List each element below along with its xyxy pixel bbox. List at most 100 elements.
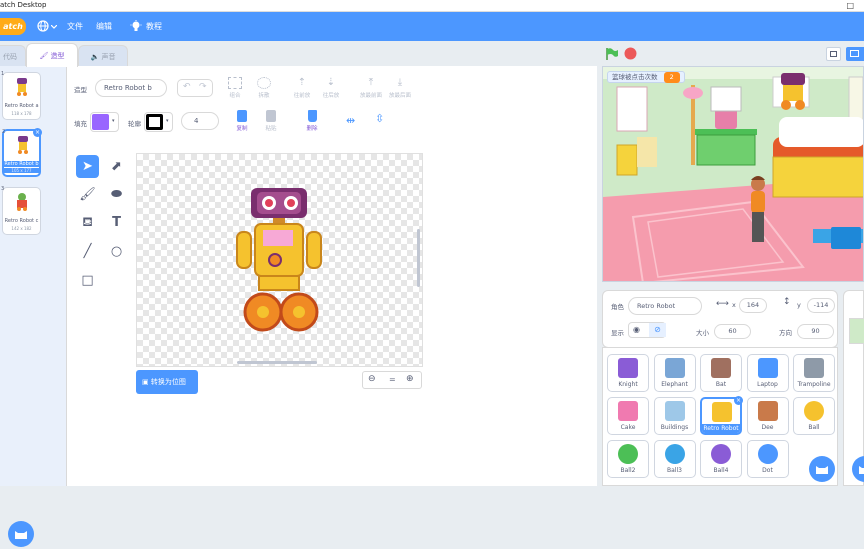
outline-width-input[interactable]: 4 xyxy=(181,112,219,130)
dee-sprite[interactable] xyxy=(743,174,773,246)
fill-label: 填充 xyxy=(74,120,87,128)
stop-icon[interactable] xyxy=(624,47,637,60)
copy-button[interactable]: 复制 xyxy=(229,110,255,132)
green-flag-icon[interactable] xyxy=(605,47,619,61)
size-label: 大小 xyxy=(696,329,709,337)
menu-file[interactable]: 文件 xyxy=(67,12,83,41)
costume-name-input[interactable]: Retro Robot b xyxy=(95,79,167,97)
forward-button[interactable]: ⇡ 往前放 xyxy=(289,77,315,99)
flip-vertical-icon[interactable]: ⇳ xyxy=(375,112,384,125)
sprite-name: Ball2 xyxy=(620,467,636,474)
sprite-tile[interactable]: Ball3 xyxy=(653,440,696,478)
lightbulb-icon[interactable] xyxy=(130,20,142,33)
zoom-in-icon[interactable]: ⊕ xyxy=(406,374,414,384)
circle-tool[interactable]: ○ xyxy=(105,240,128,263)
eraser-tool[interactable]: ⬬ xyxy=(105,183,128,206)
line-tool[interactable]: ╱ xyxy=(76,240,99,263)
stage[interactable]: 篮球被点击次数 2 xyxy=(602,66,864,282)
backward-button[interactable]: ⇣ 往后放 xyxy=(318,77,344,99)
reshape-icon: ⬈ xyxy=(111,159,122,174)
menu-edit[interactable]: 编辑 xyxy=(96,12,112,41)
eye-icon[interactable]: ◉ xyxy=(633,325,640,334)
select-tool[interactable]: ➤ xyxy=(76,155,99,178)
delete-button[interactable]: 删除 xyxy=(299,110,325,132)
sprite-tile[interactable]: Trampoline xyxy=(793,354,835,392)
zoom-out-icon[interactable]: ⊖ xyxy=(368,374,376,384)
sprite-tile[interactable]: Bat xyxy=(700,354,742,392)
fill-swatch xyxy=(92,114,109,130)
y-label: y xyxy=(797,301,801,309)
convert-to-bitmap-button[interactable]: ▣ 转换为位图 xyxy=(136,370,198,394)
sprite-name: Knight xyxy=(618,381,638,388)
y-input[interactable]: -114 xyxy=(807,298,835,313)
paste-button[interactable]: 粘贴 xyxy=(258,110,284,132)
large-stage-button[interactable] xyxy=(846,47,864,61)
tab-code[interactable]: 代码 xyxy=(0,45,26,67)
reshape-tool[interactable]: ⬈ xyxy=(105,155,128,178)
costume-item-3[interactable]: 3 Retro Robot c 142 x 182 xyxy=(1,186,41,235)
rectangle-tool[interactable]: □ xyxy=(76,269,99,292)
zoom-reset-button[interactable]: = xyxy=(389,375,396,384)
sprite-tile[interactable]: Ball xyxy=(793,397,835,435)
sprite-tile[interactable]: Knight xyxy=(607,354,649,392)
delete-costume-icon[interactable]: × xyxy=(33,128,42,137)
front-button[interactable]: ⤒ 放最前面 xyxy=(356,77,386,99)
add-costume-button[interactable] xyxy=(8,521,34,547)
menu-bar: atch 文件 编辑 教程 xyxy=(0,12,864,41)
robot-thumbnail xyxy=(17,193,27,211)
size-input[interactable]: 60 xyxy=(714,324,751,339)
group-button[interactable]: 组合 xyxy=(222,77,248,99)
redo-icon[interactable]: ↷ xyxy=(199,82,207,92)
sprite-thumbnail xyxy=(664,444,685,464)
x-arrows-icon: ⟷ xyxy=(716,299,729,309)
ungroup-button[interactable]: 拆散 xyxy=(251,77,277,99)
eye-slash-icon[interactable]: ⊘ xyxy=(649,323,666,337)
sprite-tile[interactable]: Dee xyxy=(746,397,789,435)
costume-size: 118 x 178 xyxy=(11,111,32,116)
delete-sprite-icon[interactable]: × xyxy=(734,396,743,405)
sprite-name-input[interactable]: Retro Robot xyxy=(628,297,702,315)
fill-color-picker[interactable]: ▾ xyxy=(90,112,119,132)
tab-costumes[interactable]: 🖌 造型 xyxy=(26,43,78,67)
small-stage-button[interactable] xyxy=(826,47,841,61)
menu-tutorials[interactable]: 教程 xyxy=(146,12,162,41)
backdrop-thumbnail[interactable] xyxy=(849,318,864,344)
sprite-tile[interactable]: Cake xyxy=(607,397,649,435)
sprite-thumbnail xyxy=(757,444,778,464)
maximize-icon[interactable]: □ xyxy=(846,1,854,10)
sprite-tile[interactable]: Elephant xyxy=(653,354,696,392)
outline-color-picker[interactable]: ▾ xyxy=(144,112,173,132)
sprite-tile[interactable]: Dot xyxy=(746,440,789,478)
tab-sounds-label: 声音 xyxy=(101,53,116,61)
scratch-logo[interactable]: atch xyxy=(0,18,26,35)
add-backdrop-button[interactable] xyxy=(852,456,864,482)
undo-icon[interactable]: ↶ xyxy=(183,82,191,92)
vertical-scrollbar[interactable] xyxy=(417,229,420,287)
sprite-tile[interactable]: Laptop xyxy=(746,354,789,392)
horizontal-scrollbar[interactable] xyxy=(237,361,317,364)
sprite-tile[interactable]: Retro Robot × xyxy=(700,396,743,435)
variable-monitor[interactable]: 篮球被点击次数 2 xyxy=(607,71,685,83)
costume-item-2[interactable]: 2 × Retro Robot b 105 x 177 xyxy=(2,128,42,177)
retro-robot-costume[interactable] xyxy=(233,184,325,340)
costume-name: Retro Robot b xyxy=(4,161,39,167)
back-button[interactable]: ⤓ 放最后面 xyxy=(385,77,415,99)
globe-icon[interactable] xyxy=(37,20,49,32)
sprite-tile[interactable]: Ball2 xyxy=(607,440,649,478)
fill-tool[interactable]: ⛾ xyxy=(76,211,99,234)
costume-item-1[interactable]: 1 Retro Robot a 118 x 178 xyxy=(1,71,41,120)
tab-sounds[interactable]: 🔈 声音 xyxy=(78,45,128,67)
robot-sprite[interactable] xyxy=(775,69,811,111)
drawing-canvas[interactable] xyxy=(136,153,423,367)
arrow-pointer-icon: ➤ xyxy=(82,159,93,174)
sprite-tile[interactable]: Buildings xyxy=(653,397,696,435)
brush-tool[interactable]: 🖌 xyxy=(76,183,99,206)
flip-horizontal-icon[interactable]: ⇹ xyxy=(346,114,355,127)
add-sprite-button[interactable] xyxy=(809,456,835,482)
direction-input[interactable]: 90 xyxy=(797,324,834,339)
sprite-tile[interactable]: Ball4 xyxy=(700,440,742,478)
x-input[interactable]: 164 xyxy=(739,298,767,313)
ungroup-icon xyxy=(257,77,271,89)
cat-icon xyxy=(15,531,27,539)
text-tool[interactable]: T xyxy=(105,211,128,234)
